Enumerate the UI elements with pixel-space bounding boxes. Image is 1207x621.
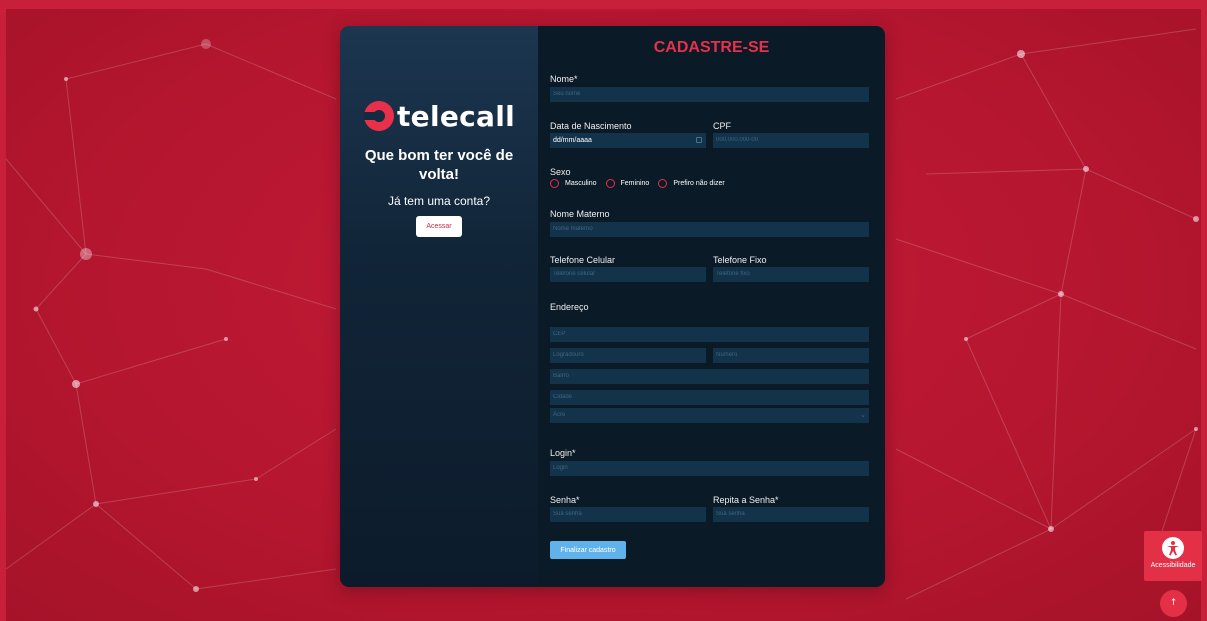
calendar-icon[interactable]: [696, 137, 702, 143]
radio-prefer-not-label: Prefiro não dizer: [673, 180, 725, 187]
address-label: Endereço: [550, 302, 589, 312]
logo-text: telecall: [397, 99, 516, 133]
sex-options: Masculino Feminino Prefiro não dizer: [550, 179, 725, 188]
number-input[interactable]: [713, 348, 869, 363]
street-input[interactable]: [550, 348, 706, 363]
cpf-input[interactable]: [713, 133, 869, 148]
login-label: Login*: [550, 448, 576, 458]
cep-input[interactable]: [550, 327, 869, 342]
city-input[interactable]: [550, 390, 869, 405]
password-repeat-input[interactable]: [713, 507, 869, 522]
landline-label: Telefone Fixo: [713, 255, 767, 265]
name-input[interactable]: [550, 87, 869, 102]
landline-input[interactable]: [713, 267, 869, 282]
have-account-text: Já tem uma conta?: [387, 194, 491, 208]
logo-mark-icon: [364, 101, 394, 131]
form-title: CADASTRE-SE: [653, 39, 770, 56]
register-form: CADASTRE-SE Nome* Data de Nascimento CPF…: [538, 26, 885, 587]
district-input[interactable]: [550, 369, 869, 384]
mobile-input[interactable]: [550, 267, 706, 282]
accessibility-button[interactable]: Acessibilidade: [1144, 531, 1202, 581]
birth-input[interactable]: [550, 133, 706, 148]
login-button[interactable]: Acessar: [416, 216, 462, 237]
arrow-up-icon: ↑: [1169, 598, 1178, 608]
login-input[interactable]: [550, 461, 869, 476]
back-to-top-button[interactable]: ↑: [1160, 590, 1187, 617]
accessibility-icon: [1162, 537, 1184, 559]
welcome-heading: Que bom ter você de volta!: [364, 147, 514, 183]
radio-female[interactable]: [605, 179, 615, 188]
radio-prefer-not[interactable]: [658, 179, 668, 188]
mobile-label: Telefone Celular: [550, 255, 616, 265]
cpf-label: CPF: [713, 121, 731, 131]
password-input[interactable]: [550, 507, 706, 522]
mother-name-label: Nome Materno: [550, 209, 610, 219]
state-select-value: Acre: [553, 412, 566, 418]
name-label: Nome*: [550, 74, 578, 84]
register-card: telecall Que bom ter você de volta! Já t…: [340, 26, 885, 587]
telecall-logo: telecall: [364, 99, 516, 133]
radio-female-label: Feminino: [620, 180, 650, 187]
accessibility-label: Acessibilidade: [1150, 562, 1196, 569]
password-repeat-label: Repita a Senha*: [713, 495, 779, 505]
state-select[interactable]: Acre: [550, 408, 869, 423]
submit-button[interactable]: Finalizar cadastro: [550, 541, 626, 559]
birth-label: Data de Nascimento: [550, 121, 632, 131]
radio-male[interactable]: [550, 179, 559, 188]
password-label: Senha*: [550, 495, 580, 505]
mother-name-input[interactable]: [550, 222, 869, 237]
sex-label: Sexo: [550, 167, 571, 177]
chevron-down-icon: ⌄: [860, 412, 866, 419]
radio-male-label: Masculino: [565, 180, 597, 187]
welcome-panel: telecall Que bom ter você de volta! Já t…: [340, 26, 538, 587]
